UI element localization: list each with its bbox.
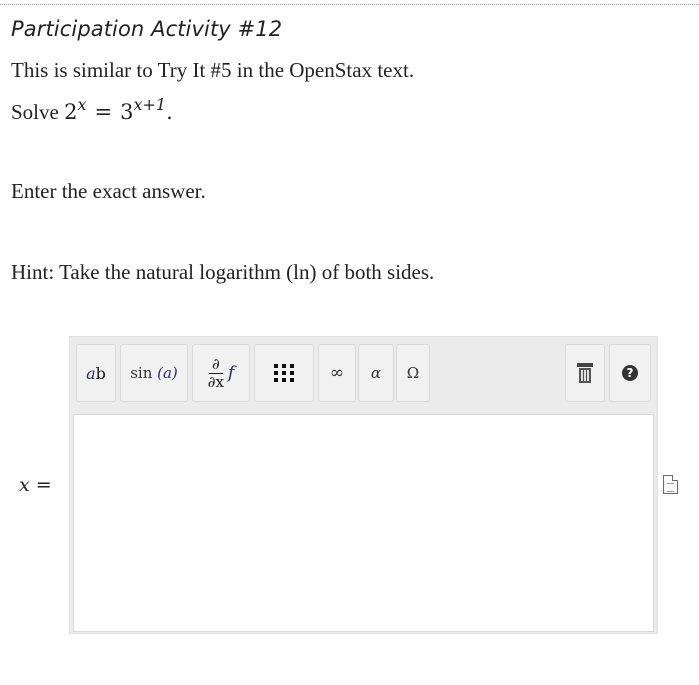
matrix-icon	[273, 364, 295, 382]
greek-lowercase-button[interactable]: α	[358, 344, 394, 402]
power-button[interactable]: ab	[76, 344, 116, 402]
eq-equals: =	[94, 100, 113, 124]
top-border	[0, 4, 699, 5]
answer-label: x =	[19, 474, 52, 496]
infinity-button[interactable]: ∞	[318, 344, 356, 402]
equation: 2x = 3x+1.	[64, 95, 173, 124]
math-editor: ab sin (a) ∂ ∂x f ∞ α Ω ?	[69, 336, 658, 634]
document-icon[interactable]	[663, 475, 678, 494]
eq-right-base: 3	[120, 100, 134, 124]
trig-label: sin (a)	[130, 364, 178, 382]
help-icon: ?	[622, 365, 638, 381]
omega-icon: Ω	[406, 364, 420, 382]
instruction-text: Enter the exact answer.	[11, 179, 206, 203]
infinity-icon: ∞	[329, 363, 345, 383]
help-button[interactable]: ?	[609, 344, 651, 402]
trash-icon	[577, 363, 593, 383]
eq-left-base: 2	[64, 100, 78, 124]
power-exp: b	[95, 363, 106, 383]
solve-prefix: Solve	[11, 100, 59, 124]
eq-period: .	[166, 100, 173, 124]
alpha-icon: α	[370, 364, 382, 382]
problem-equation-line: Solve 2x = 3x+1.	[11, 95, 173, 125]
hint-text: Hint: Take the natural logarithm (ln) of…	[11, 260, 435, 284]
power-base: a	[86, 363, 96, 383]
eq-left-exp: x	[77, 95, 87, 114]
eq-right-exp: x+1	[133, 95, 167, 114]
problem-intro: This is similar to Try It #5 in the Open…	[11, 58, 415, 82]
answer-equals: =	[35, 474, 52, 496]
calculus-button[interactable]: ∂ ∂x f	[192, 344, 250, 402]
clear-button[interactable]	[565, 344, 605, 402]
page-title: Participation Activity #12	[11, 17, 283, 41]
trig-functions-button[interactable]: sin (a)	[120, 344, 188, 402]
greek-uppercase-button[interactable]: Ω	[396, 344, 430, 402]
answer-variable: x	[19, 474, 30, 496]
matrix-button[interactable]	[254, 344, 314, 402]
derivative-f: f	[227, 363, 235, 383]
derivative-icon: ∂ ∂x	[207, 354, 224, 391]
answer-input[interactable]	[73, 414, 654, 632]
